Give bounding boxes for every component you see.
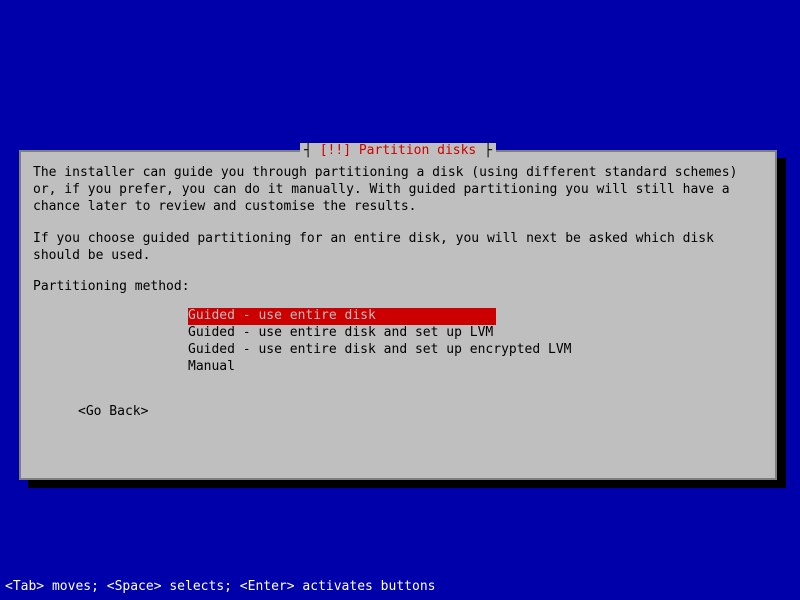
dialog-paragraph-1: The installer can guide you through part…: [33, 165, 763, 216]
dialog-title: Partition disks: [351, 143, 476, 158]
option-manual[interactable]: Manual: [188, 359, 235, 374]
footer-hint: <Tab> moves; <Space> selects; <Enter> ac…: [5, 579, 435, 594]
title-marker: [!!]: [320, 143, 351, 158]
dialog-title-row: ┤ [!!] Partition disks ├: [21, 143, 775, 158]
partitioning-method-prompt: Partitioning method:: [33, 279, 763, 296]
go-back-button[interactable]: <Go Back>: [78, 404, 763, 419]
option-guided-encrypted-lvm[interactable]: Guided - use entire disk and set up encr…: [188, 342, 572, 357]
partitioning-options: Guided - use entire disk Guided - use en…: [188, 308, 763, 376]
title-border-left: ┤: [304, 143, 320, 158]
option-guided-lvm[interactable]: Guided - use entire disk and set up LVM: [188, 325, 493, 340]
dialog-paragraph-2: If you choose guided partitioning for an…: [33, 231, 763, 265]
title-border-right: ├: [476, 143, 492, 158]
option-guided-entire-disk[interactable]: Guided - use entire disk: [188, 308, 496, 325]
partition-dialog: ┤ [!!] Partition disks ├ The installer c…: [19, 150, 777, 480]
